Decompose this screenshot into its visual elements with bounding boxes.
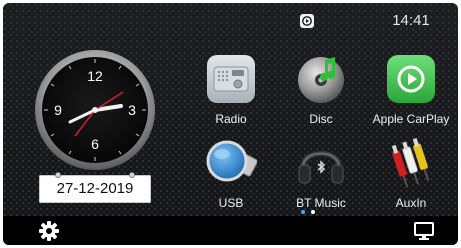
numeral-3: 3 [128, 102, 136, 118]
disc-icon [295, 53, 347, 105]
analog-clock-widget[interactable]: 12 3 6 9 [33, 48, 157, 172]
carplay-icon [385, 53, 437, 105]
date-display: 27-12-2019 [39, 172, 151, 203]
usb-icon [205, 137, 258, 189]
gear-icon[interactable] [38, 220, 60, 242]
app-label-apple-carplay: Apple CarPlay [372, 112, 450, 126]
status-bar: 14:41 [3, 3, 458, 37]
device-screen: 14:41 12 3 6 9 27-12-2019 Radio Disc App… [0, 0, 461, 248]
app-apple-carplay[interactable]: Apple CarPlay [363, 53, 458, 133]
headphones-icon [295, 137, 347, 189]
carplay-status-icon [300, 14, 314, 28]
bottom-bar [3, 216, 458, 245]
rca-cable-icon [385, 137, 437, 189]
app-label-auxin: AuxIn [395, 196, 427, 210]
radio-icon [205, 53, 257, 105]
numeral-9: 9 [54, 102, 62, 118]
numeral-12: 12 [87, 68, 103, 84]
page-dot-2[interactable] [311, 210, 315, 214]
home-screen: 14:41 12 3 6 9 27-12-2019 Radio Disc App… [3, 3, 458, 245]
date-text: 27-12-2019 [56, 180, 134, 197]
numeral-6: 6 [91, 136, 99, 152]
app-auxin[interactable]: AuxIn [363, 137, 458, 217]
page-dot-1[interactable] [301, 210, 305, 214]
status-time: 14:41 [392, 12, 430, 29]
monitor-icon[interactable] [413, 220, 435, 242]
